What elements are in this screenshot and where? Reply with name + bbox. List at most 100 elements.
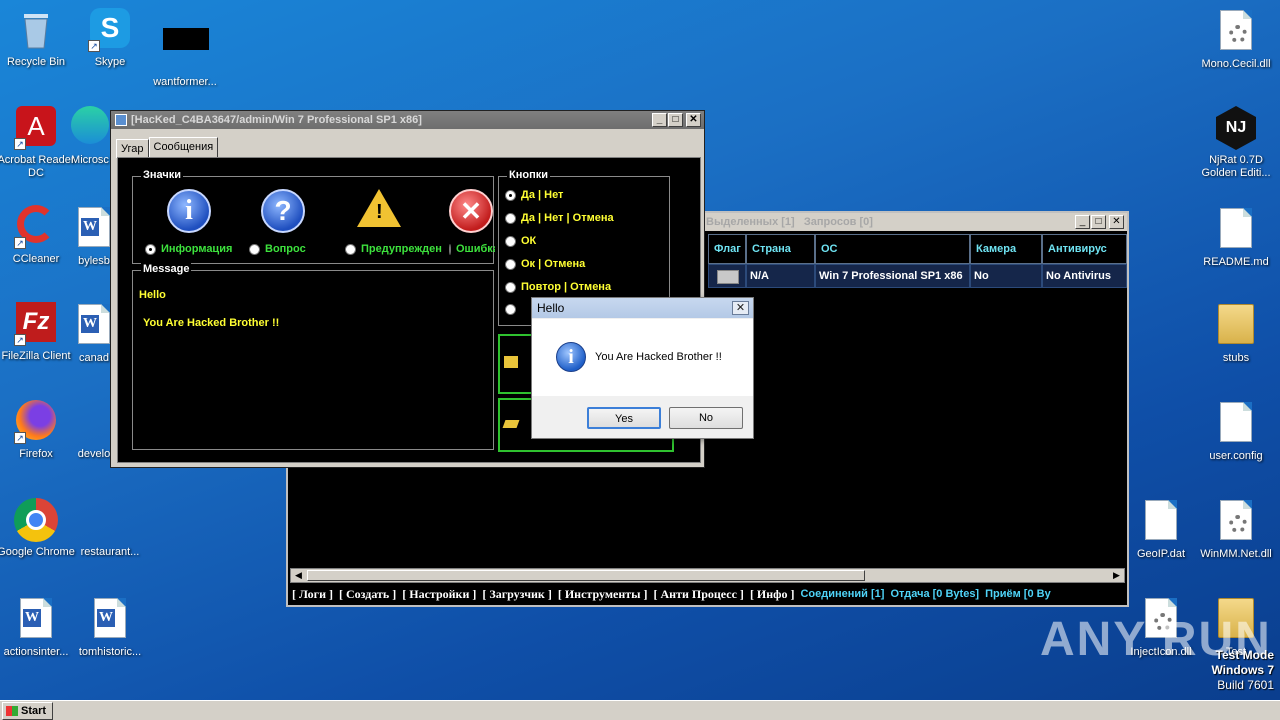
- radio-retry-cancel-label: Повтор | Отмена: [521, 281, 612, 293]
- maximize-button[interactable]: □: [668, 113, 683, 127]
- minimize-button[interactable]: _: [652, 113, 667, 127]
- column-flag[interactable]: Флаг: [708, 234, 746, 264]
- restaurant-label: restaurant...: [80, 546, 140, 558]
- scroll-right-icon[interactable]: ▶: [1109, 569, 1124, 582]
- tomhistoric-file[interactable]: W tomhistoric...: [70, 596, 150, 659]
- column-os[interactable]: ОС: [815, 234, 970, 264]
- menu-info[interactable]: [ Инфо ]: [750, 587, 795, 602]
- table-row[interactable]: N/A Win 7 Professional SP1 x86 No No Ant…: [708, 264, 1127, 288]
- radio-warning[interactable]: Предупрежден: [345, 243, 449, 255]
- skype-label: Skype: [94, 56, 126, 68]
- actionsinter-file[interactable]: W actionsinter...: [0, 596, 76, 659]
- shortcut-arrow-icon: ↗: [88, 40, 100, 52]
- tab-strip: Угар Сообщения: [116, 137, 219, 158]
- shortcut-arrow-icon: ↗: [14, 138, 26, 150]
- dll-file-icon: [1220, 10, 1252, 50]
- njrat-label: NjRat 0.7D Golden Editi...: [1201, 154, 1271, 179]
- skype-shortcut[interactable]: S ↗ Skype: [70, 8, 150, 69]
- shortcut-arrow-icon: ↗: [14, 432, 26, 444]
- microsoft-shortcut[interactable]: Microsc: [68, 106, 112, 167]
- ccleaner-shortcut[interactable]: ↗ CCleaner: [0, 205, 76, 266]
- preview-icon: [504, 356, 518, 368]
- njrat-shortcut[interactable]: NJ NjRat 0.7D Golden Editi...: [1196, 106, 1276, 180]
- radio-dot: [505, 235, 516, 247]
- radio-question[interactable]: Вопрос: [249, 243, 306, 255]
- menu-settings[interactable]: [ Настройки ]: [402, 587, 476, 602]
- radio-extra[interactable]: [505, 304, 516, 315]
- radio-ok[interactable]: ОК: [505, 235, 536, 247]
- word-document-icon: W: [94, 598, 126, 638]
- tab-fun[interactable]: Угар: [116, 139, 149, 158]
- geoip-file[interactable]: GeoIP.dat: [1121, 498, 1201, 561]
- geoip-label: GeoIP.dat: [1136, 548, 1186, 560]
- message-builder-titlebar[interactable]: [HacKed_C4BA3647/admin/Win 7 Professiona…: [111, 111, 704, 129]
- error-icon[interactable]: ✕: [449, 189, 493, 233]
- radio-warning-label: Предупрежден: [361, 243, 442, 255]
- start-button[interactable]: Start: [2, 702, 53, 720]
- hello-dialog[interactable]: Hello ✕ i You Are Hacked Brother !! Yes …: [531, 297, 754, 439]
- menu-loader[interactable]: [ Загрузчик ]: [482, 587, 551, 602]
- scroll-thumb[interactable]: [307, 570, 865, 581]
- readme-label: README.md: [1203, 256, 1269, 268]
- flag-icon: [717, 270, 739, 284]
- menu-create[interactable]: [ Создать ]: [339, 587, 396, 602]
- country-cell: N/A: [746, 264, 815, 288]
- info-icon: i: [556, 342, 586, 372]
- windows-logo-icon: [6, 706, 18, 716]
- window-title: [HacKed_C4BA3647/admin/Win 7 Professiona…: [131, 114, 422, 126]
- acrobat-shortcut[interactable]: A ↗ Acrobat Reader DC: [0, 106, 76, 180]
- close-button[interactable]: ✕: [686, 113, 701, 127]
- radio-dot: [505, 258, 516, 270]
- restaurant-file[interactable]: restaurant...: [70, 498, 150, 559]
- shortcut-arrow-icon: ↗: [14, 237, 26, 249]
- menu-anti-process[interactable]: [ Анти Процесс ]: [654, 587, 744, 602]
- warning-mark: !: [376, 201, 383, 223]
- recycle-bin-icon[interactable]: Recycle Bin: [0, 8, 76, 69]
- no-button[interactable]: No: [669, 407, 743, 429]
- radio-yes-no[interactable]: Да | Нет: [505, 189, 563, 201]
- column-country[interactable]: Страна: [746, 234, 815, 264]
- trash-icon: [24, 14, 48, 49]
- dialog-close-button[interactable]: ✕: [732, 301, 749, 315]
- column-camera[interactable]: Камера: [970, 234, 1042, 264]
- chrome-shortcut[interactable]: Google Chrome: [0, 498, 76, 559]
- filezilla-shortcut[interactable]: Fz ↗ FileZilla Client: [0, 302, 76, 363]
- scroll-left-icon[interactable]: ◀: [291, 569, 306, 582]
- selected-count: Выделенных [1]: [706, 216, 795, 228]
- flag-cell: [708, 264, 746, 288]
- hello-dialog-titlebar[interactable]: Hello ✕: [532, 298, 753, 318]
- question-icon[interactable]: ?: [261, 189, 305, 233]
- tab-messages[interactable]: Сообщения: [148, 137, 219, 158]
- wantformer-shortcut[interactable]: wantformer...: [145, 8, 225, 89]
- menu-tools[interactable]: [ Инструменты ]: [558, 587, 648, 602]
- firefox-shortcut[interactable]: ↗ Firefox: [0, 400, 76, 461]
- user-config-file[interactable]: user.config: [1196, 400, 1276, 463]
- readme-file[interactable]: README.md: [1196, 206, 1276, 269]
- radio-ok-cancel[interactable]: Ок | Отмена: [505, 258, 585, 270]
- word-document-icon: W: [78, 304, 110, 344]
- icons-group: Значки i ? ! ✕ Информация Вопрос Предупр…: [132, 169, 495, 264]
- stubs-folder[interactable]: stubs: [1196, 302, 1276, 365]
- message-title-input[interactable]: Hello: [139, 289, 166, 301]
- column-antivirus[interactable]: Антивирус: [1042, 234, 1127, 264]
- requests-count: Запросов [0]: [803, 216, 873, 228]
- yes-button[interactable]: Yes: [587, 407, 661, 429]
- radio-retry-cancel[interactable]: Повтор | Отмена: [505, 281, 611, 293]
- menu-logs[interactable]: [ Логи ]: [292, 587, 333, 602]
- mono-cecil-file[interactable]: Mono.Cecil.dll: [1196, 8, 1276, 71]
- horizontal-scrollbar[interactable]: ◀ ▶: [290, 568, 1125, 583]
- winmm-file[interactable]: WinMM.Net.dll: [1196, 498, 1276, 561]
- close-button[interactable]: ✕: [1109, 215, 1124, 229]
- minimize-button[interactable]: _: [1075, 215, 1090, 229]
- radio-information-label: Информация: [161, 243, 233, 255]
- radio-error[interactable]: Ошибка: [449, 243, 495, 255]
- maximize-button[interactable]: □: [1091, 215, 1106, 229]
- info-icon[interactable]: i: [167, 189, 211, 233]
- radio-information[interactable]: Информация: [145, 243, 232, 255]
- recycle-bin-label: Recycle Bin: [6, 56, 66, 68]
- chrome-icon: [14, 498, 58, 542]
- message-text-input[interactable]: You Are Hacked Brother !!: [143, 317, 279, 329]
- acrobat-label: Acrobat Reader DC: [0, 154, 75, 179]
- chrome-label: Google Chrome: [0, 546, 75, 558]
- radio-yes-no-cancel[interactable]: Да | Нет | Отмена: [505, 212, 614, 224]
